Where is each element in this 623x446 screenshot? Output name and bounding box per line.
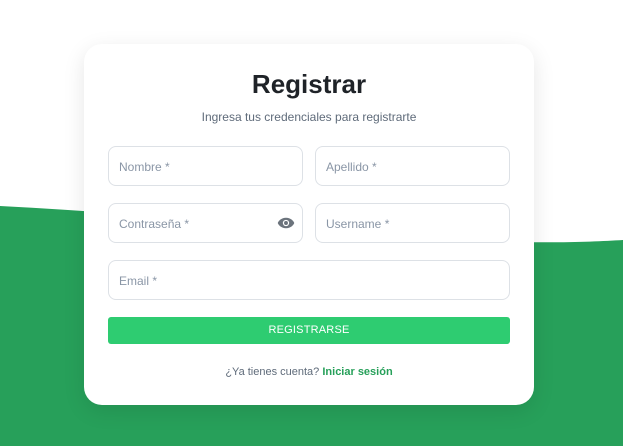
subtitle: Ingresa tus credenciales para registrart…: [201, 110, 417, 124]
register-card: Registrar Ingresa tus credenciales para …: [84, 44, 534, 405]
login-link[interactable]: Iniciar sesión: [322, 366, 392, 378]
email-label: Email *: [119, 274, 158, 288]
email-field[interactable]: Email *: [108, 260, 510, 300]
register-button[interactable]: REGISTRARSE: [108, 317, 510, 344]
login-prompt: ¿Ya tienes cuenta? Iniciar sesión: [84, 365, 534, 379]
page-title: Registrar: [251, 69, 367, 99]
password-label: Contraseña *: [119, 217, 190, 231]
username-label: Username *: [326, 217, 390, 231]
nombre-field[interactable]: Nombre *: [108, 146, 303, 186]
password-field[interactable]: Contraseña *: [108, 203, 303, 243]
eye-icon[interactable]: [277, 216, 295, 230]
login-prompt-text: ¿Ya tienes cuenta?: [225, 366, 320, 378]
apellido-field[interactable]: Apellido *: [315, 146, 510, 186]
nombre-label: Nombre *: [119, 160, 170, 174]
username-field[interactable]: Username *: [315, 203, 510, 243]
apellido-label: Apellido *: [326, 160, 377, 174]
